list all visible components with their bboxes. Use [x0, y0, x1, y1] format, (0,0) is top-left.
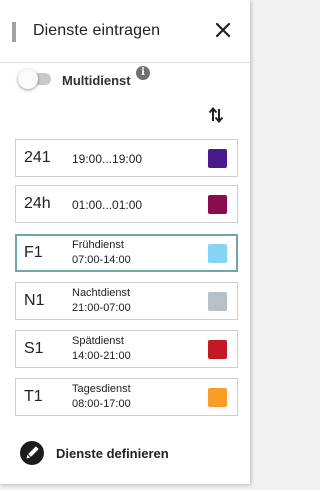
shift-name: Frühdienst: [72, 239, 124, 251]
shift-code: F1: [24, 244, 43, 261]
shift-item-241[interactable]: 241 19:00...19:00: [15, 139, 238, 177]
shift-color-swatch: [208, 292, 227, 311]
define-shifts-button[interactable]: Dienste definieren: [20, 440, 220, 468]
shift-name: Nachtdienst: [72, 287, 131, 299]
toggle-knob: [18, 69, 38, 89]
shift-code: N1: [24, 292, 45, 309]
shift-time: 21:00-07:00: [72, 302, 131, 314]
shift-code: T1: [24, 388, 43, 405]
shift-color-swatch: [208, 244, 227, 263]
shift-item-f1[interactable]: F1 Frühdienst 07:00-14:00: [15, 234, 238, 272]
multidienst-toggle[interactable]: [18, 69, 52, 89]
shift-code: S1: [24, 340, 44, 357]
dienste-eintragen-panel: Dienste eintragen Multidienst i 241 19:0…: [0, 0, 250, 484]
sort-button[interactable]: [207, 106, 225, 124]
define-shifts-label: Dienste definieren: [56, 446, 169, 461]
close-button[interactable]: [212, 19, 234, 41]
panel-header: Dienste eintragen: [0, 0, 250, 63]
shift-code: 241: [24, 149, 51, 166]
shift-name: Tagesdienst: [72, 383, 131, 395]
shift-time: 07:00-14:00: [72, 254, 131, 266]
shift-name: Spätdienst: [72, 335, 124, 347]
shift-color-swatch: [208, 388, 227, 407]
multidienst-row: Multidienst i: [18, 66, 218, 92]
shift-item-s1[interactable]: S1 Spätdienst 14:00-21:00: [15, 330, 238, 368]
panel-title: Dienste eintragen: [33, 22, 161, 39]
shift-color-swatch: [208, 340, 227, 359]
shift-item-24h[interactable]: 24h 01:00...01:00: [15, 185, 238, 223]
shift-code: 24h: [24, 195, 51, 212]
shift-time: 08:00-17:00: [72, 398, 131, 410]
sort-icon: [208, 106, 224, 124]
drag-handle-icon[interactable]: [12, 22, 16, 42]
shift-item-t1[interactable]: T1 Tagesdienst 08:00-17:00: [15, 378, 238, 416]
pencil-icon: [20, 441, 44, 465]
shift-color-swatch: [208, 195, 227, 214]
multidienst-label: Multidienst: [62, 73, 131, 88]
shift-time: 01:00...01:00: [72, 198, 143, 212]
info-icon[interactable]: i: [136, 66, 150, 80]
shift-time: 19:00...19:00: [72, 152, 143, 166]
shift-time: 14:00-21:00: [72, 350, 131, 362]
shift-item-n1[interactable]: N1 Nachtdienst 21:00-07:00: [15, 282, 238, 320]
close-icon: [215, 22, 231, 38]
shift-color-swatch: [208, 149, 227, 168]
